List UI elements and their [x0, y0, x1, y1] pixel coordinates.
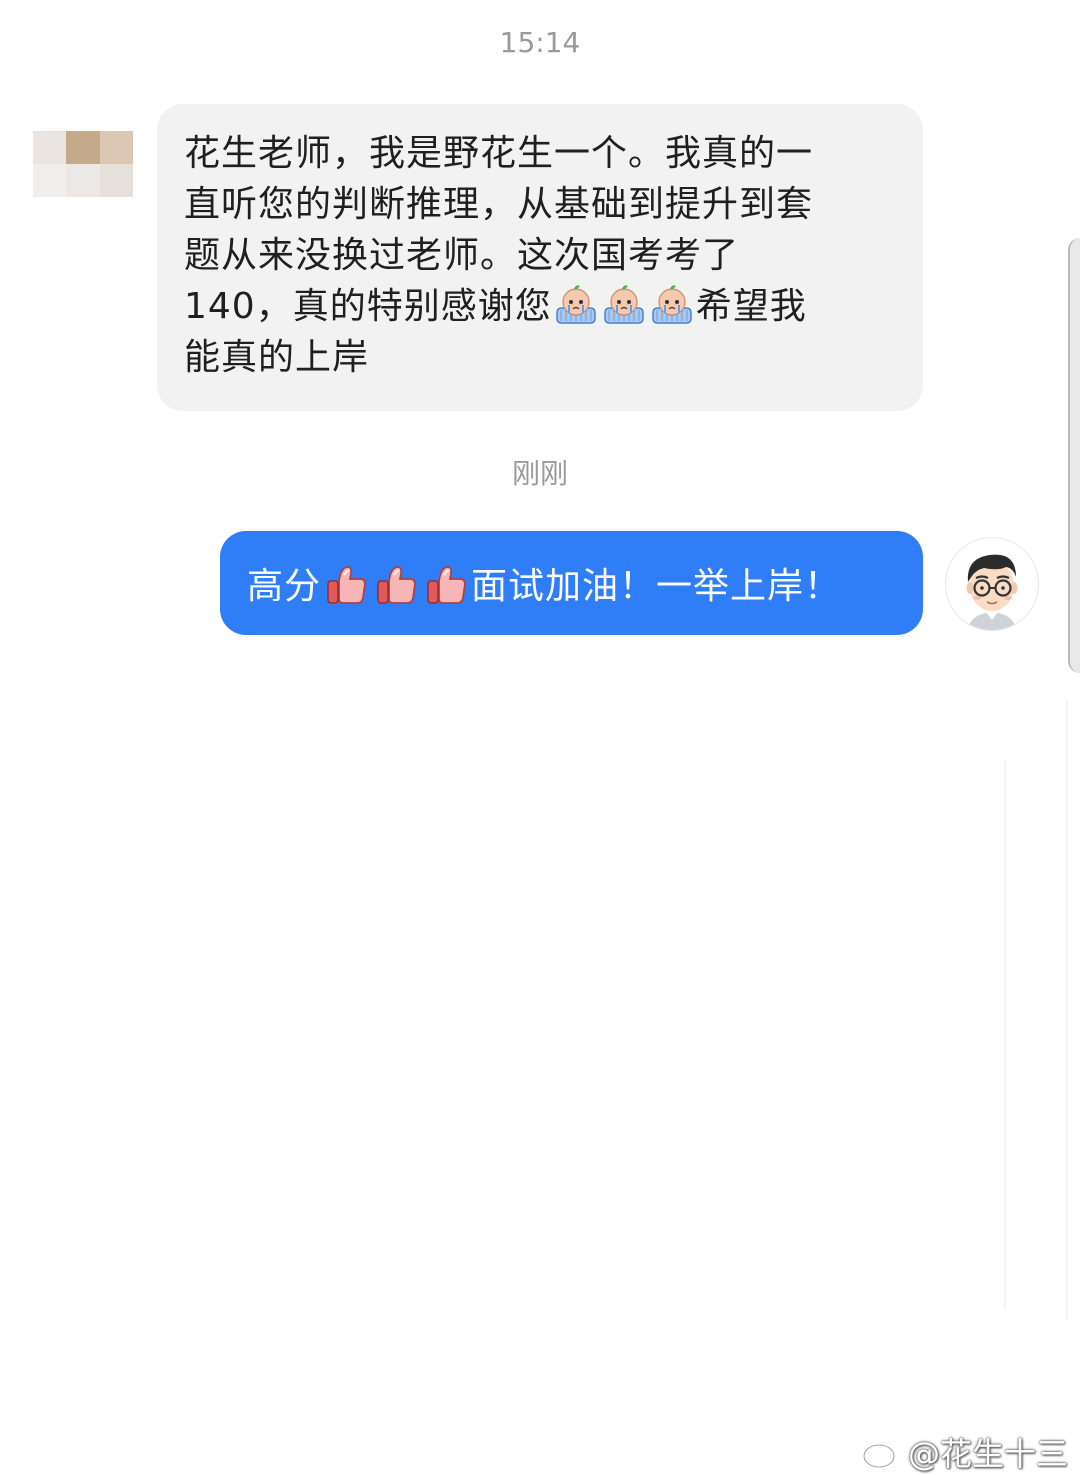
timestamp-middle: 刚刚	[511, 457, 568, 490]
message-line-2: 直听您的判断推理，从基础到提升到套	[184, 184, 814, 225]
incoming-message-bubble[interactable]: 花生老师，我是野花生一个。我真的一 直听您的判断推理，从基础到提升到套 题从来没…	[157, 104, 923, 411]
crying-emoji-icon	[651, 285, 692, 324]
edge-divider	[1066, 700, 1068, 1320]
crying-emoji-icon	[555, 285, 596, 324]
outgoing-suffix: 面试加油！一举上岸！	[471, 566, 842, 607]
message-line-5: 能真的上岸	[184, 337, 370, 378]
message-line-4: 140，真的特别感谢您 希望我	[184, 281, 903, 332]
message-line-4-text: 140，真的特别感谢您	[184, 286, 552, 327]
cartoon-man-avatar-icon	[946, 538, 1038, 630]
scroll-edge-handle[interactable]	[1068, 238, 1080, 673]
sender-avatar[interactable]	[33, 98, 133, 230]
outgoing-prefix: 高分	[247, 566, 322, 607]
outgoing-message-text: 高分 面试加油！一举上岸！	[247, 557, 841, 609]
weibo-icon	[862, 1439, 900, 1469]
edge-divider	[1004, 760, 1006, 1310]
outgoing-message-bubble[interactable]: 高分 面试加油！一举上岸！	[220, 531, 923, 635]
thumbs-up-icon	[427, 566, 466, 604]
crying-emoji-icon	[603, 285, 644, 324]
own-avatar[interactable]	[945, 537, 1039, 631]
thumbs-up-icon	[377, 566, 416, 604]
timestamp-top: 15:14	[499, 26, 581, 59]
pixelated-avatar-image	[33, 131, 133, 197]
thumbs-up-icon	[327, 566, 366, 604]
message-line-3: 题从来没换过老师。这次国考考了	[184, 235, 740, 276]
weibo-watermark: @花生十三	[862, 1429, 1068, 1475]
message-line-4-suffix: 希望我	[695, 286, 807, 327]
message-line-1: 花生老师，我是野花生一个。我真的一	[184, 133, 814, 174]
watermark-handle: @花生十三	[907, 1435, 1068, 1473]
